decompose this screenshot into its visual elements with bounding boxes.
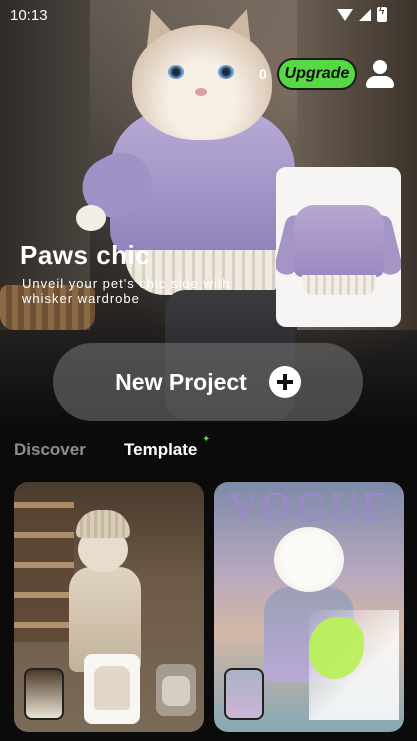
knit-hat <box>76 510 130 538</box>
outfit-product-card[interactable] <box>276 167 401 327</box>
template-card-dog[interactable]: VOGUE <box>214 482 404 732</box>
credits-count: 0 <box>259 66 267 82</box>
wifi-icon <box>337 8 353 21</box>
dog-head <box>274 527 344 592</box>
plus-icon <box>268 366 301 398</box>
coat-thumbnail[interactable] <box>84 654 140 724</box>
sparkle-icon: ✦ <box>202 434 211 445</box>
sweater-image <box>294 205 384 277</box>
status-bar: 10:13 <box>0 0 417 30</box>
original-photo-thumbnail[interactable] <box>224 668 264 720</box>
sweater-thumbnail[interactable] <box>156 664 196 716</box>
magazine-title: VOGUE <box>227 485 392 531</box>
tab-template[interactable]: Template <box>124 440 197 460</box>
new-project-label: New Project <box>115 368 247 395</box>
signal-icon <box>359 8 371 21</box>
template-card-cat[interactable] <box>14 482 204 732</box>
original-photo-thumbnail[interactable] <box>24 668 64 720</box>
hero-subtitle: Unveil your pet's chic side with whisker… <box>22 276 231 306</box>
battery-icon <box>377 6 387 22</box>
new-project-button[interactable]: New Project <box>53 343 363 421</box>
upgrade-button[interactable]: Upgrade <box>277 58 357 90</box>
bakery-shelf <box>14 502 74 642</box>
status-time: 10:13 <box>10 7 48 24</box>
user-icon[interactable] <box>365 58 395 90</box>
tab-discover[interactable]: Discover <box>14 440 86 460</box>
hero-title: Paws chic <box>20 240 151 270</box>
